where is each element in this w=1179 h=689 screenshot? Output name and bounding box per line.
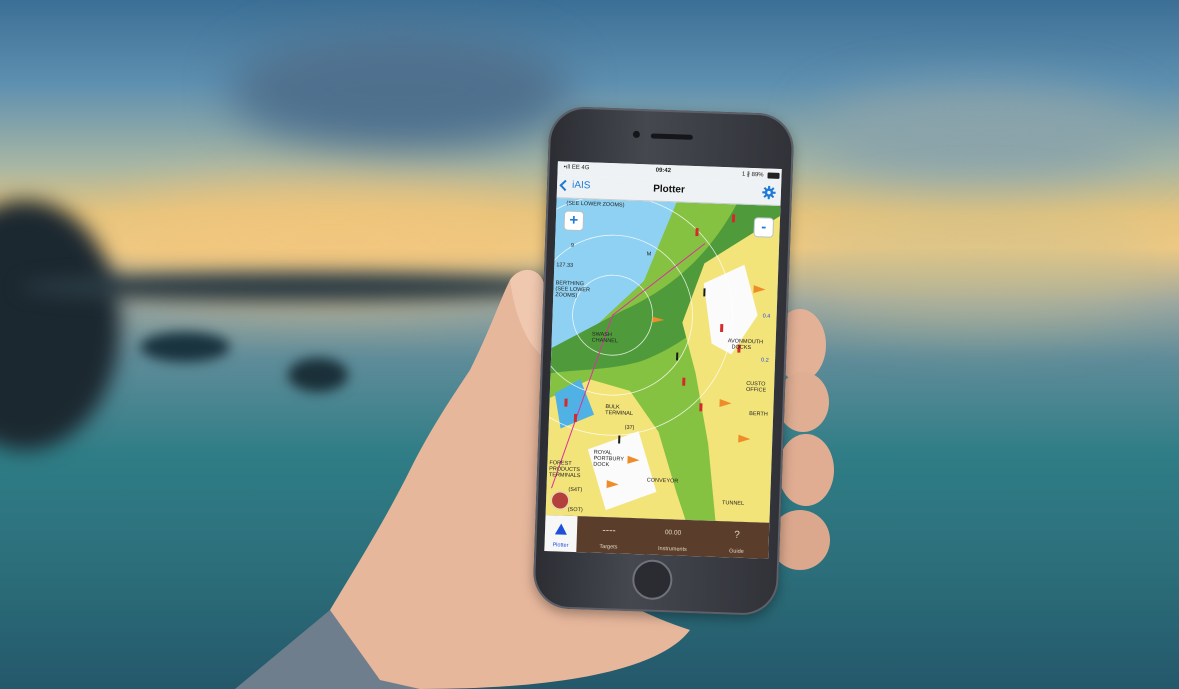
signal-indicator: •ıll EE 4G [563, 164, 590, 172]
chart-label: CONVEYOR [646, 477, 679, 485]
chart-label: TUNNEL [721, 500, 745, 507]
chart-label: DOCKS [731, 344, 752, 352]
nautical-chart-map[interactable]: (SEE LOWER ZOOMS) 9 127.33 BERTHING (SEE… [545, 198, 781, 523]
tab-label: Instruments [657, 545, 687, 553]
chart-label: (SOT) [567, 506, 583, 514]
chart-label: OFFICE [745, 386, 767, 394]
chart-value: 0.4 [762, 313, 771, 320]
battery-icon [767, 172, 780, 179]
gear-icon[interactable] [762, 185, 776, 200]
plotter-triangle-icon [554, 523, 568, 535]
chart-label: ZOOMS) [555, 292, 578, 299]
chart-label: CHANNEL [591, 337, 619, 345]
chart-label: M [646, 251, 652, 258]
chart-label: TERMINALS [548, 472, 581, 480]
phone-screen: •ıll EE 4G 09:42 1 ∦ 89% iAIS Plotter (S… [544, 161, 782, 559]
home-button[interactable] [631, 559, 674, 601]
targets-icon: ---- [602, 524, 616, 537]
tab-bar: Plotter ---- Targets 00.00 Instruments ?… [544, 514, 770, 559]
chart-canvas[interactable] [545, 198, 781, 523]
smartphone: •ıll EE 4G 09:42 1 ∦ 89% iAIS Plotter (S… [532, 105, 795, 617]
chart-label: (S4T) [568, 486, 583, 494]
front-camera [632, 130, 641, 139]
tab-guide[interactable]: ? Guide [704, 521, 769, 559]
instruments-readout: 00.00 [664, 529, 682, 537]
chart-value: 0.2 [760, 357, 769, 364]
chart-label: DOCK [593, 461, 610, 469]
chart-label: TERMINAL [605, 409, 634, 417]
finger [778, 434, 834, 506]
depth-sounding: 9 [570, 242, 575, 249]
tab-label: Plotter [552, 542, 569, 549]
clock: 09:42 [655, 167, 672, 175]
zoom-out-button[interactable]: - [753, 217, 775, 238]
chart-label: (37) [624, 424, 635, 432]
battery-percent: 1 ∦ 89% [741, 171, 764, 179]
tab-plotter[interactable]: Plotter [544, 514, 578, 553]
zoom-in-button[interactable]: + [563, 210, 585, 232]
page-title: Plotter [652, 183, 685, 196]
tab-label: Targets [599, 543, 618, 551]
tab-targets[interactable]: ---- Targets [576, 516, 641, 554]
tab-label: Guide [728, 548, 744, 555]
depth-sounding: 127.33 [556, 262, 574, 269]
tab-instruments[interactable]: 00.00 Instruments [640, 518, 705, 556]
earpiece-speaker [650, 133, 693, 140]
guide-icon: ? [733, 529, 740, 541]
chart-label: BERTH [749, 411, 768, 418]
